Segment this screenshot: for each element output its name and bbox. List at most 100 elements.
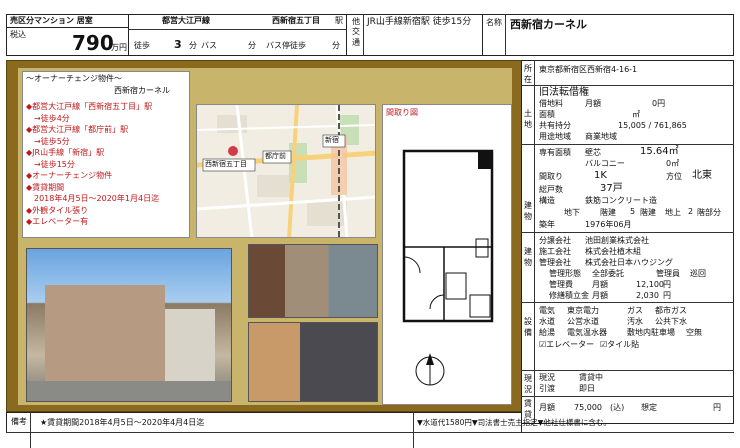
sale-company: 池田創業株式会社 [585,236,649,245]
units: 37戸 [600,183,623,194]
road [27,381,231,401]
exclusive-area: 15.64㎡ [640,146,679,157]
row-divider [521,302,734,303]
owner-change-title: ～オーナーチェンジ物件～ [26,74,122,83]
sale-label: 分譲会社 [539,236,571,245]
parking-label: 敷地内駐車場 [627,328,675,337]
mailbox-photo [248,322,378,402]
map-label-shinjuku: 新宿 [325,136,339,144]
direction-label: 方位 [666,172,682,181]
handover: 即日 [579,384,595,393]
hotwater: 電気温水器 [567,328,607,337]
rent: 75,000 [574,403,602,412]
walk-label: 徒歩 [134,41,150,50]
other-label: 他交 [352,17,360,36]
remarks-mid-divider [413,412,414,448]
map-graphic [197,105,375,237]
mgmt-fee-period: 月額 [592,280,608,289]
bus-min-unit: 分 [248,41,256,50]
rent-label: 月額 [539,403,555,412]
feature-line: ◆オーナーチェンジ物件 [26,171,113,180]
direction: 北東 [692,170,712,181]
feature-line: ◆都営大江戸線「西新宿五丁目」駅 [26,102,153,111]
electric: 東京電力 [567,306,599,315]
floor-plan-drawing [402,149,494,386]
name-label: 名称 [486,18,502,27]
builder-label: 施工会社 [539,247,571,256]
feature-line: ◆都営大江戸線「都庁前」駅 [26,125,129,134]
access-divider [128,29,347,30]
gas-label: ガス [627,306,643,315]
row-divider [521,144,734,145]
remarks-divider [30,412,31,448]
parking: 空無 [686,328,702,337]
feature-line: 2018年4月5日～2020年1月4日迄 [26,194,160,203]
balcony-area: 0㎡ [666,159,680,168]
feature-line: ◆賃貸期間 [26,182,65,192]
bus-stop-min-unit: 分 [332,41,340,50]
floors-building-label: 階建 [600,208,616,217]
repair-fee: 2,030 [636,291,659,300]
zoning: 商業地域 [585,132,617,141]
row-divider [521,85,734,86]
line-name: 都営大江戸線 [162,16,210,25]
share-value: 15,005 / 761,865 [618,121,687,130]
land-rights: 旧法転借権 [539,87,589,98]
sewage: 公共下水 [655,317,687,326]
area-unit: ㎡ [632,110,640,119]
mgmt-company: 株式会社日本ハウジング [585,258,673,267]
electric-label: 電気 [539,306,555,315]
row-divider [521,232,734,233]
building-photo [26,248,232,402]
mgmt-fee-label: 管理費 [549,280,573,289]
floor-unit: 階部分 [697,208,721,217]
structure: 鉄筋コンクリート造 [585,196,657,205]
feature-line: ◆外観タイル張り [26,205,89,215]
feature-line: →徒歩15分 [26,159,75,169]
feature-line: →徒歩5分 [26,136,70,146]
hotwater-label: 給湯 [539,328,555,337]
header-category: 売区分マンション 居室 [10,16,93,25]
floors-count: 5 [630,207,636,216]
manager-label: 管理員 [656,269,680,278]
land-rent-period: 月額 [585,99,601,108]
layout-label: 間取り [539,172,563,181]
tax-label: 税込 [10,30,26,39]
row-divider [521,396,734,397]
manager: 巡回 [690,269,706,278]
floor-label: 地上 [665,208,681,217]
sewage-label: 汚水 [627,317,643,326]
station-suffix: 駅 [335,16,343,25]
remark-label: 備考 [11,417,27,426]
mgmt-form: 全部委託 [592,269,624,278]
feature-building-name: 西新宿カーネル [114,86,170,95]
mgmt-form-label: 管理形態 [549,269,581,278]
station-name: 西新宿五丁目 [272,16,320,25]
floors-unit: 階建 [640,208,656,217]
rent-period: 想定 [641,403,657,412]
share-label: 共有持分 [539,121,571,130]
other-label-divider [363,14,364,56]
other-label-2: 通 [352,38,360,47]
price: 790 [72,31,114,55]
row-divider [521,370,734,371]
repair-unit: 円 [663,291,671,300]
mgmt-side-label: 建物 [524,247,532,267]
building-facade-right [165,309,215,389]
bus-stop-label: バス停徒歩 [266,41,306,50]
location: 東京都新宿区西新宿4-16-1 [539,65,638,74]
price-unit: 万円 [111,43,127,52]
property-name: 西新宿カーネル [510,18,587,31]
location-label: 所在 [524,64,532,84]
other-access-text: JR山手線新宿駅 徒歩15分 [367,17,472,27]
gas: 都市ガス [655,306,687,315]
feature-line: ◆JR山手線「新宿」駅 [26,148,105,157]
map-label-station: 西新宿五丁目 [205,160,247,168]
elevator-check: ☑エレベーター [539,340,595,349]
repair-label: 修繕積立金 [549,291,589,300]
units-label: 総戸数 [539,185,563,194]
wall-label: 壁芯 [585,148,601,157]
map-label-tochomae: 都庁前 [265,152,286,160]
balcony-label: バルコニー [585,159,625,168]
remark-right: ▼水道代1580円▼司法書士売主指定▼他社仕様書に含む。 [417,418,611,427]
